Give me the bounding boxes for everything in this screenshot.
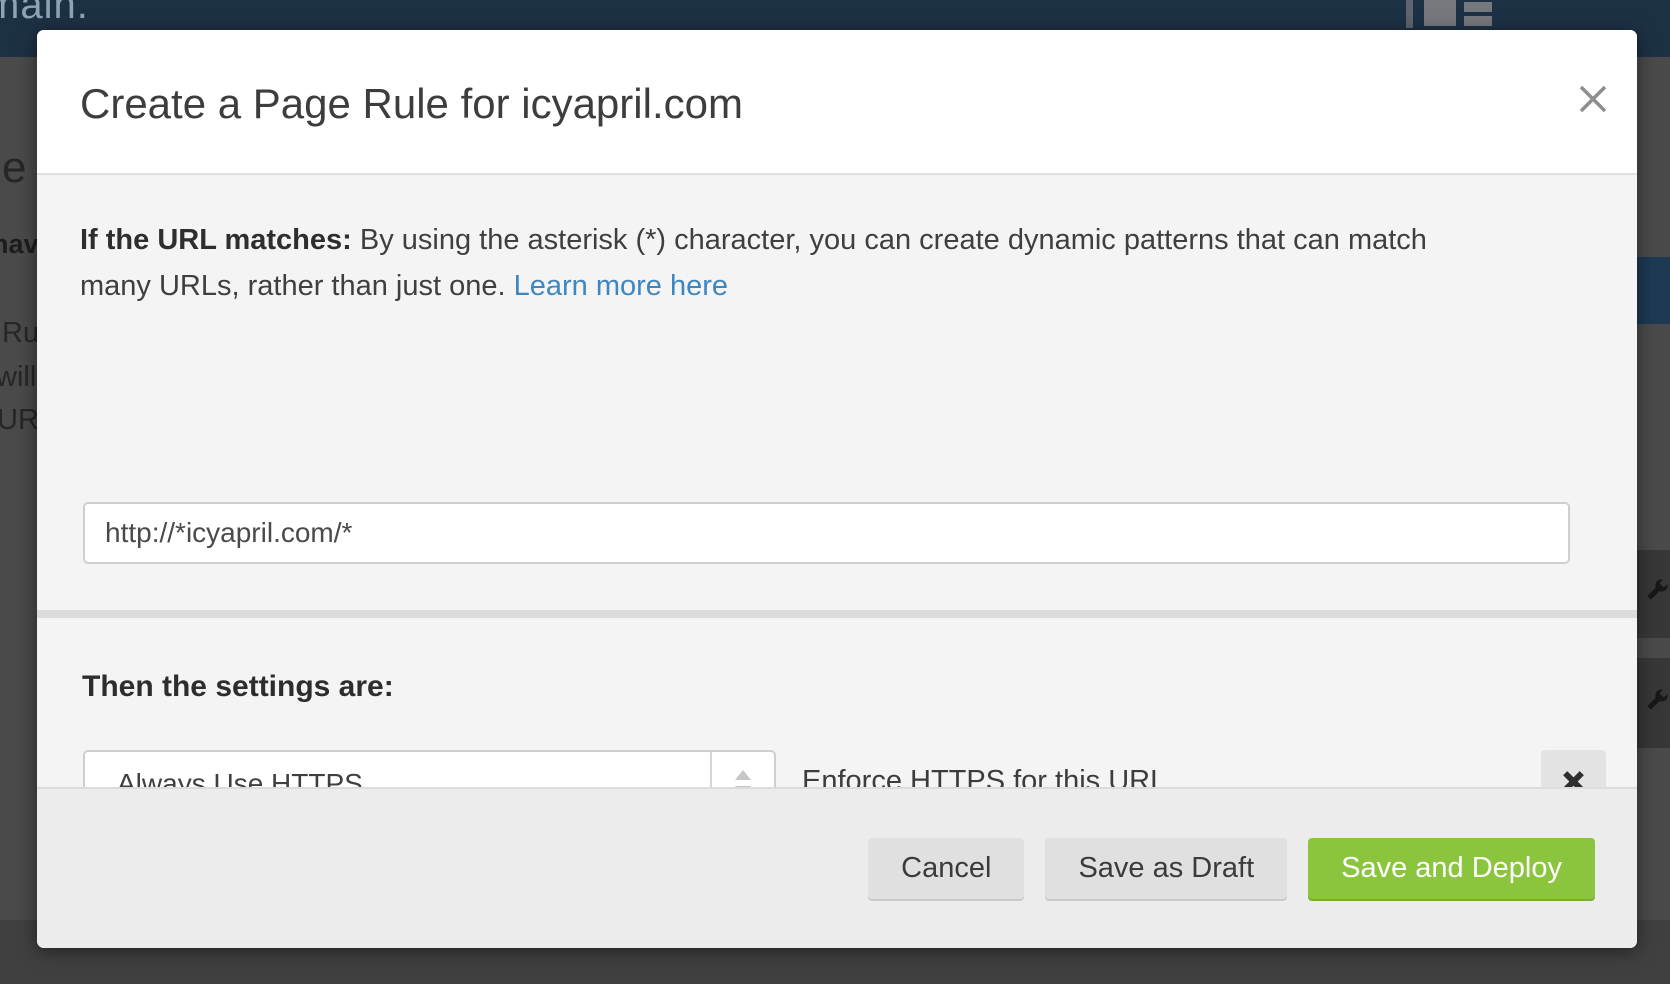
background-row-fragment bbox=[1637, 550, 1670, 638]
background-blue-button-fragment bbox=[1637, 257, 1670, 324]
apps-grid-icon bbox=[1424, 0, 1456, 26]
bg-text-fragment: nav bbox=[0, 229, 39, 260]
navbar-icon-fragment bbox=[1406, 0, 1413, 28]
bg-text-fragment: UR bbox=[0, 404, 39, 437]
modal-footer: Cancel Save as Draft Save and Deploy bbox=[37, 787, 1637, 948]
learn-more-link[interactable]: Learn more here bbox=[514, 270, 728, 302]
bg-text-fragment: e bbox=[2, 143, 26, 193]
url-match-label: If the URL matches: bbox=[80, 224, 352, 256]
background-domain-text: main. bbox=[0, 0, 89, 28]
create-page-rule-modal: Create a Page Rule for icyapril.com If t… bbox=[37, 30, 1637, 948]
background-row-fragment bbox=[1637, 658, 1670, 748]
chevron-up-icon bbox=[735, 770, 751, 780]
wrench-icon bbox=[1643, 578, 1669, 609]
page-title: Create a Page Rule for icyapril.com bbox=[80, 80, 743, 128]
wrench-icon bbox=[1643, 688, 1669, 719]
section-divider bbox=[37, 610, 1637, 618]
bg-text-fragment: will bbox=[0, 361, 36, 394]
bg-text-fragment: Ru bbox=[2, 317, 39, 350]
save-and-deploy-button[interactable]: Save and Deploy bbox=[1308, 838, 1595, 899]
url-match-description: If the URL matches: By using the asteris… bbox=[80, 217, 1427, 309]
close-button[interactable] bbox=[1569, 76, 1617, 124]
modal-header: Create a Page Rule for icyapril.com bbox=[37, 30, 1637, 175]
close-icon bbox=[1576, 82, 1610, 119]
cancel-button[interactable]: Cancel bbox=[868, 838, 1024, 899]
list-icon bbox=[1464, 2, 1492, 12]
save-as-draft-button[interactable]: Save as Draft bbox=[1045, 838, 1287, 899]
settings-section-label: Then the settings are: bbox=[82, 670, 394, 704]
list-icon bbox=[1464, 16, 1492, 26]
url-pattern-input[interactable] bbox=[83, 502, 1570, 564]
